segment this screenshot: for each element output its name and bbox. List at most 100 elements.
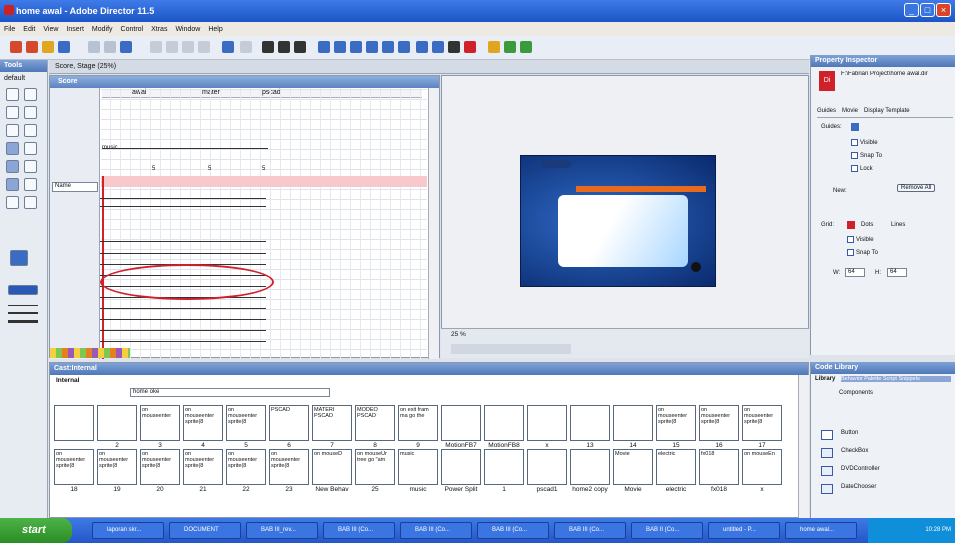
- arrow-tool-icon[interactable]: [6, 88, 19, 101]
- cast-member[interactable]: [570, 449, 610, 485]
- close-button[interactable]: ×: [936, 3, 951, 17]
- cast-member[interactable]: [441, 405, 481, 441]
- message-icon[interactable]: [504, 41, 516, 53]
- library-window-icon[interactable]: [366, 41, 378, 53]
- grid-lines-radio[interactable]: Lines: [891, 222, 905, 228]
- sprite-span[interactable]: [100, 206, 266, 207]
- sprite-span[interactable]: [100, 198, 266, 199]
- shockwave-3d-icon[interactable]: [464, 41, 476, 53]
- behavior-icon[interactable]: [488, 41, 500, 53]
- components-dropdown[interactable]: Components: [839, 390, 873, 396]
- ellipse-tool-icon[interactable]: [6, 160, 19, 173]
- component-datechooser[interactable]: DateChooser: [841, 484, 876, 490]
- sprite-color-swatches[interactable]: [50, 348, 130, 358]
- play-icon[interactable]: [294, 41, 306, 53]
- playback-controls[interactable]: [451, 344, 571, 354]
- remove-all-button[interactable]: Remove All: [897, 184, 936, 192]
- cast-member[interactable]: on mouseenter sprite(8: [183, 405, 223, 441]
- rotate-tool-icon[interactable]: [24, 88, 37, 101]
- cast-member[interactable]: PSCAD: [269, 405, 309, 441]
- component-checkbox[interactable]: CheckBox: [841, 448, 868, 454]
- cast-member[interactable]: on mouseEn: [742, 449, 782, 485]
- stop-icon[interactable]: [278, 41, 290, 53]
- zoom-level[interactable]: 25 %: [451, 331, 466, 338]
- cast-member[interactable]: [527, 449, 567, 485]
- sprite-span[interactable]: [100, 341, 266, 342]
- debugger-icon[interactable]: [520, 41, 532, 53]
- score-view-dropdown[interactable]: Name: [52, 182, 98, 192]
- stage-window-icon[interactable]: [318, 41, 330, 53]
- cast-member[interactable]: [570, 405, 610, 441]
- sprite-span[interactable]: [100, 319, 266, 320]
- undo-icon[interactable]: [150, 41, 162, 53]
- guides-color-swatch[interactable]: [851, 123, 859, 131]
- sprite-span[interactable]: [100, 330, 266, 331]
- copy-icon[interactable]: [182, 41, 194, 53]
- guides-lock-checkbox[interactable]: Lock: [851, 165, 873, 172]
- checkbox-tool-icon[interactable]: [24, 178, 37, 191]
- taskbar-task[interactable]: DOCUMENT: [169, 522, 241, 539]
- cast-member[interactable]: [527, 405, 567, 441]
- cast-member[interactable]: on mouseenter sprite(8: [226, 449, 266, 485]
- cut-icon[interactable]: [166, 41, 178, 53]
- new-cast-icon[interactable]: [26, 41, 38, 53]
- grid-height-input[interactable]: 64: [887, 268, 907, 277]
- cast-member[interactable]: MATERI PSCAD: [312, 405, 352, 441]
- cast-member[interactable]: on mouseenter: [140, 405, 180, 441]
- script-window-icon[interactable]: [398, 41, 410, 53]
- menu-help[interactable]: Help: [208, 26, 222, 33]
- find-icon[interactable]: [222, 41, 234, 53]
- menu-edit[interactable]: Edit: [23, 26, 35, 33]
- text-icon[interactable]: [448, 41, 460, 53]
- taskbar-task[interactable]: BAB III (Co...: [400, 522, 472, 539]
- cast-member[interactable]: on mouseenter sprite(8: [140, 449, 180, 485]
- sprite-span[interactable]: [100, 241, 266, 242]
- cast-member[interactable]: on mouseenter sprite(8: [97, 449, 137, 485]
- playhead[interactable]: [102, 176, 104, 359]
- score-window-icon[interactable]: [350, 41, 362, 53]
- component-button[interactable]: Button: [841, 430, 858, 436]
- guides-snap-checkbox[interactable]: Snap To: [851, 152, 882, 159]
- taskbar-task[interactable]: untitled - P...: [708, 522, 780, 539]
- grid-width-input[interactable]: 64: [845, 268, 865, 277]
- stage-tab[interactable]: Score, Stage (25%): [49, 60, 809, 74]
- library-other-tabs[interactable]: Behavior Palette Script Snippets: [841, 376, 951, 382]
- cast-member[interactable]: fx018: [699, 449, 739, 485]
- round-rect-tool-icon[interactable]: [24, 142, 37, 155]
- menu-control[interactable]: Control: [121, 26, 144, 33]
- cast-member[interactable]: MODEO PSCAD: [355, 405, 395, 441]
- taskbar-task[interactable]: laporan skr...: [92, 522, 164, 539]
- taskbar-task[interactable]: BAB III (Co...: [477, 522, 549, 539]
- library-tab[interactable]: Library: [815, 376, 835, 382]
- tools-mode[interactable]: default: [0, 72, 47, 85]
- paint-icon[interactable]: [416, 41, 428, 53]
- cast-scrollbar[interactable]: [798, 375, 809, 518]
- cast-member[interactable]: on mouseUr tree go "am: [355, 449, 395, 485]
- menu-file[interactable]: File: [4, 26, 15, 33]
- sprite-span[interactable]: [100, 308, 266, 309]
- field-tool-icon[interactable]: [6, 196, 19, 209]
- new-movie-icon[interactable]: [10, 41, 22, 53]
- cast-window-icon[interactable]: [334, 41, 346, 53]
- cast-tab-internal[interactable]: Internal: [56, 377, 79, 384]
- foreground-color-icon[interactable]: [10, 250, 28, 266]
- pattern-swatch[interactable]: [8, 285, 38, 295]
- cast-member[interactable]: on mouseenter sprite(8: [54, 449, 94, 485]
- score-scrollbar[interactable]: [428, 88, 439, 359]
- cast-member[interactable]: on mouseenter sprite(8: [699, 405, 739, 441]
- component-dvdcontroller[interactable]: DVDController: [841, 466, 880, 472]
- cast-member[interactable]: music: [398, 449, 438, 485]
- publish-icon[interactable]: [120, 41, 132, 53]
- menu-window[interactable]: Window: [175, 26, 200, 33]
- rect-tool-icon[interactable]: [6, 142, 19, 155]
- cast-member[interactable]: on exit fram ma go the: [398, 405, 438, 441]
- cast-member[interactable]: on mouseenter sprite(8: [656, 405, 696, 441]
- cast-member[interactable]: [441, 449, 481, 485]
- cast-member[interactable]: [613, 405, 653, 441]
- line-weight-1[interactable]: [8, 305, 38, 306]
- grid-snap-checkbox[interactable]: Snap To: [847, 249, 878, 256]
- grid-visible-checkbox[interactable]: Visible: [847, 236, 874, 243]
- cast-member[interactable]: electric: [656, 449, 696, 485]
- cast-name-field[interactable]: home oke: [130, 388, 330, 397]
- guides-visible-checkbox[interactable]: Visible: [851, 139, 878, 146]
